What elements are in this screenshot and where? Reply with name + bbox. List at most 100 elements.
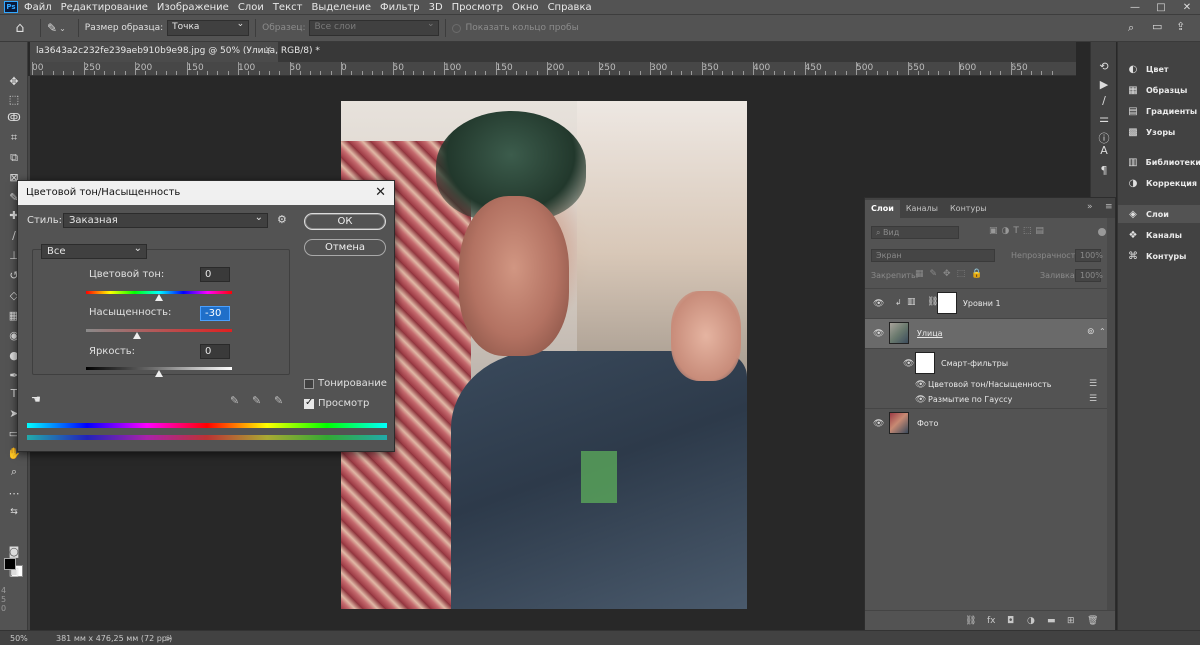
menu-help[interactable]: Справка [548, 2, 592, 13]
eyedropper-plus-icon[interactable]: ✎ [252, 394, 261, 407]
saturation-slider[interactable] [86, 329, 232, 332]
fill-input[interactable]: 100% [1075, 269, 1103, 282]
menu-view[interactable]: Просмотр [452, 2, 503, 13]
lock-icons[interactable]: ▦✎✥⬚🔒 [915, 269, 988, 279]
menu-text[interactable]: Текст [273, 2, 303, 13]
brush-settings-icon[interactable]: ∕ [1097, 94, 1111, 110]
layer-filter-select[interactable]: ⌕ Вид [871, 226, 959, 239]
minimize-button[interactable]: — [1124, 0, 1146, 14]
foreground-color-swatch[interactable] [4, 558, 16, 570]
filter-options-icon[interactable]: ☰ [1089, 379, 1097, 389]
chevron-down-icon[interactable]: ⌄ [59, 24, 66, 33]
panel-layers[interactable]: ◈ Слои [1118, 205, 1200, 223]
close-tab-icon[interactable]: × [264, 45, 272, 55]
filter-gaussian-blur[interactable]: 👁 Размытие по Гауссу ☰ [865, 393, 1107, 408]
menu-3d[interactable]: 3D [429, 2, 443, 13]
dialog-close-button[interactable]: ✕ [375, 185, 386, 200]
menu-window[interactable]: Окно [512, 2, 539, 13]
smart-filters-row[interactable]: 👁 Смарт-фильтры [865, 348, 1107, 378]
blend-mode-select[interactable]: Экран [871, 249, 995, 262]
marquee-tool-icon[interactable]: ⬚ [5, 92, 23, 108]
cancel-button[interactable]: Отмена [304, 239, 386, 256]
filter-toggle[interactable] [1098, 228, 1106, 236]
history-icon[interactable]: ⟲ [1097, 60, 1111, 76]
saturation-slider-thumb[interactable] [133, 332, 142, 339]
panel-gradients[interactable]: ▤ Градиенты [1118, 102, 1200, 120]
menu-filter[interactable]: Фильтр [380, 2, 420, 13]
actions-icon[interactable]: ▶ [1097, 78, 1111, 94]
menu-layers[interactable]: Слои [238, 2, 264, 13]
saturation-input[interactable]: -30 [200, 306, 230, 321]
crop-tool-icon[interactable]: ⧉ [5, 150, 23, 166]
zoom-level[interactable]: 50% [10, 634, 28, 643]
eye-icon[interactable]: 👁 [873, 299, 884, 309]
layer-photo[interactable]: 👁 Фото [865, 408, 1107, 438]
gear-icon[interactable]: ⚙ [277, 213, 287, 226]
eye-icon[interactable]: 👁 [873, 329, 884, 339]
panel-swatches[interactable]: ▦ Образцы [1118, 81, 1200, 99]
character-icon[interactable]: A [1097, 144, 1111, 160]
show-ring-checkbox[interactable] [452, 23, 462, 33]
eye-icon[interactable]: 👁 [915, 380, 926, 390]
tab-layers[interactable]: Слои [865, 200, 900, 218]
eye-icon[interactable]: 👁 [915, 395, 926, 405]
tab-paths[interactable]: Контуры [944, 200, 993, 218]
opacity-input[interactable]: 100% [1075, 249, 1103, 262]
panel-patterns[interactable]: ▩ Узоры [1118, 123, 1200, 141]
layer-levels[interactable]: 👁 ↲ ▥ ⛓ Уровни 1 [865, 288, 1107, 318]
new-layer-icon[interactable]: ⊞ [1067, 616, 1075, 626]
collapse-panel-icon[interactable]: » [1087, 202, 1093, 212]
style-select[interactable]: Заказная [63, 211, 268, 228]
reset-colors-icon[interactable]: ⇆ [5, 504, 23, 520]
panel-menu-icon[interactable]: ≡ [1105, 202, 1113, 212]
hue-input[interactable]: 0 [200, 267, 230, 282]
preview-checkbox[interactable] [304, 397, 314, 409]
chevron-up-icon[interactable]: ⌃ [1099, 327, 1106, 336]
targeted-adjustment-icon[interactable]: ☚ [31, 393, 41, 406]
zoom-tool-icon[interactable]: ⌕ [5, 464, 23, 480]
new-group-icon[interactable]: ▬ [1047, 616, 1056, 626]
menu-edit[interactable]: Редактирование [61, 2, 148, 13]
more-tools-icon[interactable]: ⋯ [5, 486, 23, 502]
share-icon[interactable]: ⇪ [1176, 20, 1185, 33]
eyedropper-minus-icon[interactable]: ✎ [274, 394, 283, 407]
tab-channels[interactable]: Каналы [900, 200, 944, 218]
quick-select-tool-icon[interactable]: ⌗ [5, 130, 23, 146]
panel-adjustments[interactable]: ◑ Коррекция [1118, 174, 1200, 192]
new-adjustment-icon[interactable]: ◑ [1027, 616, 1035, 626]
channel-select[interactable]: Все [41, 242, 147, 259]
eyedropper-icon[interactable]: ✎ [230, 394, 239, 407]
status-menu-arrow[interactable]: > [165, 634, 172, 643]
lightness-slider-thumb[interactable] [155, 370, 163, 377]
move-tool-icon[interactable]: ✥ [5, 74, 23, 90]
layer-filter-icons[interactable]: ▣◑T⬚▤ [989, 226, 1048, 236]
close-window-button[interactable]: ✕ [1176, 0, 1198, 14]
paragraph-icon[interactable]: ¶ [1097, 164, 1111, 180]
workspace-icon[interactable]: ▭ [1152, 20, 1162, 33]
panel-paths[interactable]: ⌘ Контуры [1118, 247, 1200, 265]
fx-icon[interactable]: fx [987, 616, 996, 626]
menu-select[interactable]: Выделение [311, 2, 371, 13]
sample-select[interactable]: Все слои [309, 19, 440, 36]
layer-street[interactable]: 👁 Улица ⊚ ⌃ [865, 318, 1107, 348]
lightness-input[interactable]: 0 [200, 344, 230, 359]
ok-button[interactable]: ОК [304, 213, 386, 230]
maximize-button[interactable]: □ [1150, 0, 1172, 14]
document-image[interactable] [341, 101, 747, 609]
hue-slider-thumb[interactable] [155, 294, 163, 301]
filter-options-icon[interactable]: ☰ [1089, 394, 1097, 404]
panel-color[interactable]: ◐ Цвет [1118, 60, 1200, 78]
eye-icon[interactable]: 👁 [873, 419, 884, 429]
add-mask-icon[interactable]: ◘ [1007, 616, 1014, 626]
lasso-tool-icon[interactable]: ↂ [5, 110, 23, 126]
document-tab[interactable]: la3643a2c232fe239aeb910b9e98.jpg @ 50% (… [30, 42, 320, 62]
panel-libraries[interactable]: ▥ Библиотеки [1118, 153, 1200, 171]
properties-icon[interactable]: ⚌ [1097, 112, 1111, 128]
filter-hue-saturation[interactable]: 👁 Цветовой тон/Насыщенность ☰ [865, 378, 1107, 393]
eye-icon[interactable]: 👁 [903, 359, 914, 369]
eyedropper-tool-icon[interactable]: ✎ [47, 21, 57, 35]
trash-icon[interactable]: 🗑 [1087, 616, 1098, 626]
search-icon[interactable]: ⌕ [1128, 21, 1134, 35]
panel-channels[interactable]: ❖ Каналы [1118, 226, 1200, 244]
layers-scrollbar[interactable] [1107, 218, 1115, 612]
